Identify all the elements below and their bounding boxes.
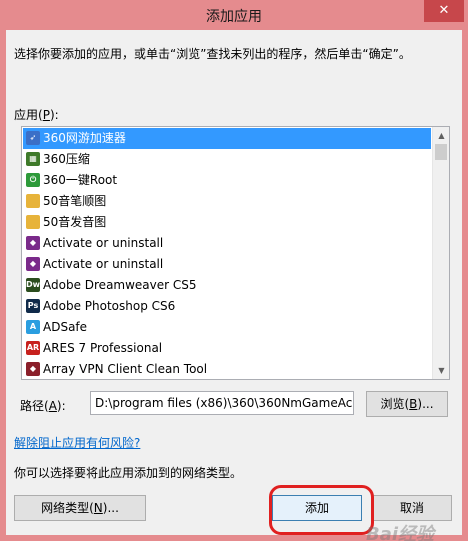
- apps-scrollbar[interactable]: ▲ ▼: [432, 127, 449, 379]
- list-item-label: 360一键Root: [43, 173, 118, 187]
- power-icon: ⏻: [26, 173, 40, 187]
- list-item-label: ARES 7 Professional: [43, 341, 163, 355]
- cancel-button[interactable]: 取消: [372, 495, 452, 521]
- list-item-label: 50音笔顺图: [43, 194, 107, 208]
- list-item[interactable]: ◆ Activate or uninstall: [23, 233, 431, 254]
- list-item-label: ADSafe: [43, 320, 88, 334]
- shield-icon: A: [26, 320, 40, 334]
- apps-listbox[interactable]: ➶ 360网游加速器 ▦ 360压缩 ⏻ 360一键Root 50音笔顺图 50音发音图 ◆ Ac…: [21, 126, 450, 380]
- close-icon: ✕: [438, 3, 450, 18]
- browse-button[interactable]: 浏览(B)...: [366, 391, 448, 417]
- rocket-icon: ➶: [26, 131, 40, 145]
- list-item-label: Adobe Photoshop CS6: [43, 299, 176, 313]
- unblock-risk-link[interactable]: 解除阻止应用有何风险?: [14, 434, 140, 451]
- list-item[interactable]: Ps Adobe Photoshop CS6: [23, 296, 431, 317]
- watermark-logo: Bai经验: [366, 524, 435, 541]
- list-item[interactable]: ◆ Activate or uninstall: [23, 254, 431, 275]
- list-item-label: 50音发音图: [43, 215, 107, 229]
- list-item-label: 360压缩: [43, 152, 90, 166]
- archive-icon: ▦: [26, 152, 40, 166]
- list-item-label: Activate or uninstall: [43, 236, 164, 250]
- scroll-down-icon[interactable]: ▼: [433, 362, 449, 379]
- folder-icon: [26, 194, 40, 208]
- list-item[interactable]: ➶ 360网游加速器: [23, 128, 431, 149]
- list-item[interactable]: 50音发音图: [23, 212, 431, 233]
- list-item[interactable]: 50音笔顺图: [23, 191, 431, 212]
- app-icon: ◆: [26, 257, 40, 271]
- list-item[interactable]: ◆ Array VPN Client Clean Tool: [23, 359, 431, 379]
- title-bar[interactable]: 添加应用 ✕: [0, 0, 468, 30]
- app-icon: ◆: [26, 236, 40, 250]
- dialog-client: 选择你要添加的应用，或单击“浏览”查找未列出的程序，然后单击“确定”。 应用(P…: [6, 30, 462, 541]
- folder-icon: [26, 215, 40, 229]
- list-item[interactable]: ⏻ 360一键Root: [23, 170, 431, 191]
- apps-list: ➶ 360网游加速器 ▦ 360压缩 ⏻ 360一键Root 50音笔顺图 50音发音图 ◆ Ac…: [23, 128, 431, 379]
- vpn-icon: ◆: [26, 362, 40, 376]
- path-input[interactable]: D:\program files (x86)\360\360NmGameAcc\: [90, 391, 354, 415]
- ares-icon: AR: [26, 341, 40, 355]
- instruction-text: 选择你要添加的应用，或单击“浏览”查找未列出的程序，然后单击“确定”。: [14, 47, 411, 61]
- list-item[interactable]: ▦ 360压缩: [23, 149, 431, 170]
- window-title: 添加应用: [206, 9, 262, 25]
- list-item-label: Adobe Dreamweaver CS5: [43, 278, 197, 292]
- scroll-thumb[interactable]: [435, 144, 447, 160]
- list-item-label: 360网游加速器: [43, 131, 126, 145]
- photoshop-icon: Ps: [26, 299, 40, 313]
- dreamweaver-icon: Dw: [26, 278, 40, 292]
- close-button[interactable]: ✕: [424, 0, 464, 22]
- network-type-hint: 你可以选择要将此应用添加到的网络类型。: [14, 466, 243, 480]
- list-item[interactable]: AR ARES 7 Professional: [23, 338, 431, 359]
- scroll-up-icon[interactable]: ▲: [433, 127, 449, 144]
- network-type-button[interactable]: 网络类型(N)...: [14, 495, 146, 521]
- highlight-circle: [269, 485, 374, 535]
- list-item[interactable]: A ADSafe: [23, 317, 431, 338]
- path-label: 路径(A):: [20, 399, 66, 413]
- list-item[interactable]: Dw Adobe Dreamweaver CS5: [23, 275, 431, 296]
- list-item-label: Activate or uninstall: [43, 257, 164, 271]
- apps-label: 应用(P):: [14, 108, 59, 122]
- add-app-dialog: 添加应用 ✕ 选择你要添加的应用，或单击“浏览”查找未列出的程序，然后单击“确定…: [0, 0, 468, 541]
- list-item-label: Array VPN Client Clean Tool: [43, 362, 208, 376]
